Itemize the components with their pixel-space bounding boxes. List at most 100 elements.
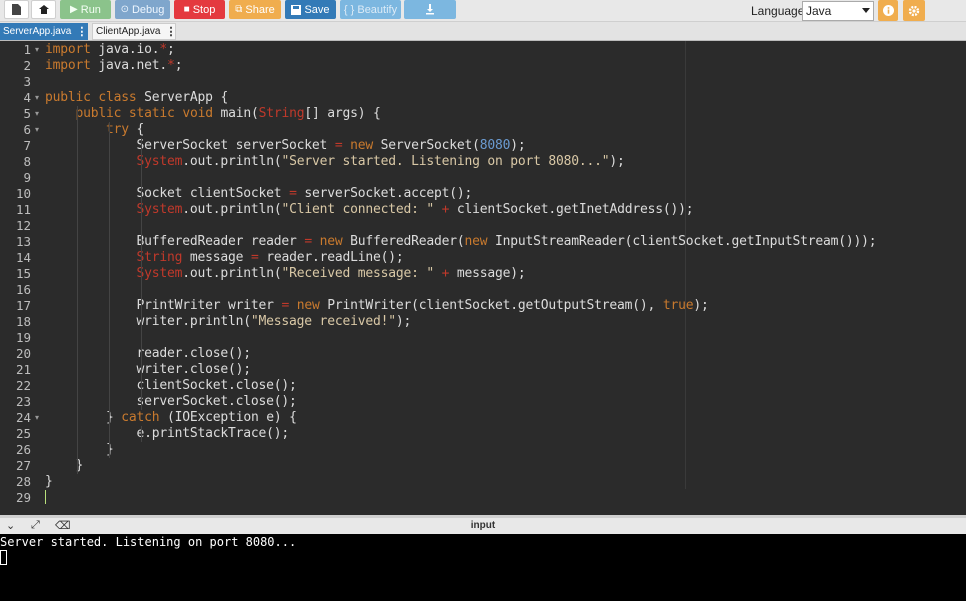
share-label: Share xyxy=(245,3,275,16)
line-number: 12 xyxy=(15,218,31,233)
console-output: Server started. Listening on port 8080..… xyxy=(0,535,297,549)
download-icon xyxy=(426,4,434,15)
line-number: 13 xyxy=(15,234,31,249)
code-line[interactable]: e.printStackTrace(); xyxy=(45,426,290,442)
kebab-menu-icon[interactable]: ⋮ xyxy=(165,25,176,38)
indent-guide xyxy=(141,138,142,410)
file-icon xyxy=(12,4,21,15)
line-number: 28 xyxy=(15,474,31,489)
run-button[interactable]: ▶ Run xyxy=(60,0,111,19)
beautify-button[interactable]: { } Beautify xyxy=(340,0,401,19)
line-number: 7 xyxy=(23,138,31,153)
fold-arrow-icon[interactable]: ▾ xyxy=(35,90,39,106)
save-icon xyxy=(291,4,302,15)
code-line[interactable]: public static void main(String[] args) { xyxy=(45,106,381,122)
code-line[interactable]: serverSocket.close(); xyxy=(45,394,297,410)
code-line[interactable]: writer.close(); xyxy=(45,362,252,378)
info-icon xyxy=(882,5,894,16)
code-line[interactable]: reader.close(); xyxy=(45,346,252,362)
line-number: 29 xyxy=(15,490,31,505)
line-number: 23 xyxy=(15,394,31,409)
line-number: 2 xyxy=(23,58,31,73)
language-label: Language xyxy=(751,4,805,18)
download-button[interactable] xyxy=(404,0,456,19)
line-number: 10 xyxy=(15,186,31,201)
fold-arrow-icon[interactable]: ▾ xyxy=(35,42,39,58)
code-line[interactable]: ServerSocket serverSocket = new ServerSo… xyxy=(45,138,526,154)
line-number: 18 xyxy=(15,314,31,329)
fold-arrow-icon[interactable]: ▾ xyxy=(35,106,39,122)
line-number: 21 xyxy=(15,362,31,377)
share-icon: ⧉ xyxy=(235,3,243,15)
code-line[interactable]: System.out.println("Client connected: " … xyxy=(45,202,694,218)
settings-button[interactable] xyxy=(903,0,925,21)
debug-button[interactable]: ⊙ Debug xyxy=(115,0,170,19)
indent-guide xyxy=(77,106,78,474)
share-button[interactable]: ⧉ Share xyxy=(229,0,281,19)
line-number: 9 xyxy=(23,170,31,185)
file-tab-bar: ServerApp.java ⋮ ClientApp.java ⋮ xyxy=(0,22,966,41)
toolbar: ▶ Run ⊙ Debug ■ Stop ⧉ Share Save { } Be… xyxy=(0,0,966,22)
line-number: 6 xyxy=(23,122,31,137)
open-project-button[interactable] xyxy=(31,0,56,19)
code-line[interactable]: public class ServerApp { xyxy=(45,90,228,106)
code-line[interactable]: try { xyxy=(45,122,144,138)
line-number: 17 xyxy=(15,298,31,313)
console-panel[interactable]: Server started. Listening on port 8080..… xyxy=(0,534,966,601)
code-line[interactable]: BufferedReader reader = new BufferedRead… xyxy=(45,234,877,250)
line-number: 16 xyxy=(15,282,31,297)
tab-clientapp[interactable]: ClientApp.java ⋮ xyxy=(92,23,176,40)
code-line[interactable]: } xyxy=(45,474,53,490)
line-number: 27 xyxy=(15,458,31,473)
code-line[interactable]: clientSocket.close(); xyxy=(45,378,297,394)
line-number: 5 xyxy=(23,106,31,121)
line-number: 15 xyxy=(15,266,31,281)
fold-arrow-icon[interactable]: ▾ xyxy=(35,122,39,138)
code-line[interactable]: PrintWriter writer = new PrintWriter(cli… xyxy=(45,298,709,314)
code-line[interactable]: } catch (IOException e) { xyxy=(45,410,297,426)
console-title: input xyxy=(470,520,496,531)
line-number: 8 xyxy=(23,154,31,169)
code-line[interactable]: System.out.println("Server started. List… xyxy=(45,154,625,170)
console-toolbar: ⌄ ⤢ ⌫ input xyxy=(0,515,966,534)
kebab-menu-icon[interactable]: ⋮ xyxy=(76,25,87,38)
line-number: 14 xyxy=(15,250,31,265)
new-file-button[interactable] xyxy=(4,0,29,19)
console-input-cursor[interactable] xyxy=(0,550,7,565)
text-cursor xyxy=(45,490,46,504)
code-line[interactable]: import java.io.*; xyxy=(45,42,175,58)
line-number: 26 xyxy=(15,442,31,457)
save-label: Save xyxy=(304,3,330,16)
line-number: 20 xyxy=(15,346,31,361)
indent-guide xyxy=(109,122,110,458)
tab-label: ClientApp.java xyxy=(96,26,161,37)
line-number: 25 xyxy=(15,426,31,441)
line-number: 11 xyxy=(15,202,31,217)
beautify-label: { } Beautify xyxy=(343,3,398,16)
debug-label: Debug xyxy=(131,3,165,16)
gear-icon xyxy=(908,5,920,16)
info-button[interactable] xyxy=(878,0,898,21)
line-number: 24 xyxy=(15,410,31,425)
code-editor[interactable]: 1 ▾ 2 3 4 ▾ 5 ▾ 6 ▾ 7 8 9 10 11 12 13 14 15 16 17 18 19 20 21 22 2… xyxy=(0,41,966,515)
save-button[interactable]: Save xyxy=(285,0,336,19)
debug-icon: ⊙ xyxy=(120,3,129,15)
code-line[interactable]: } xyxy=(45,442,114,458)
stop-button[interactable]: ■ Stop xyxy=(174,0,225,19)
language-value: Java xyxy=(806,4,832,18)
language-select[interactable]: Java xyxy=(802,1,874,21)
code-line[interactable]: writer.println("Message received!"); xyxy=(45,314,412,330)
code-line[interactable]: String message = reader.readLine(); xyxy=(45,250,404,266)
print-margin xyxy=(685,41,686,489)
chevron-down-icon xyxy=(862,8,870,13)
line-number: 4 xyxy=(23,90,31,105)
code-line[interactable]: System.out.println("Received message: " … xyxy=(45,266,526,282)
indent-guide xyxy=(141,426,142,442)
tab-serverapp[interactable]: ServerApp.java ⋮ xyxy=(0,23,88,40)
fold-arrow-icon[interactable]: ▾ xyxy=(35,410,39,426)
code-line[interactable]: import java.net.*; xyxy=(45,58,183,74)
line-number: 1 xyxy=(23,42,31,57)
line-number: 3 xyxy=(23,74,31,89)
open-icon xyxy=(38,5,49,14)
stop-icon: ■ xyxy=(183,3,190,15)
